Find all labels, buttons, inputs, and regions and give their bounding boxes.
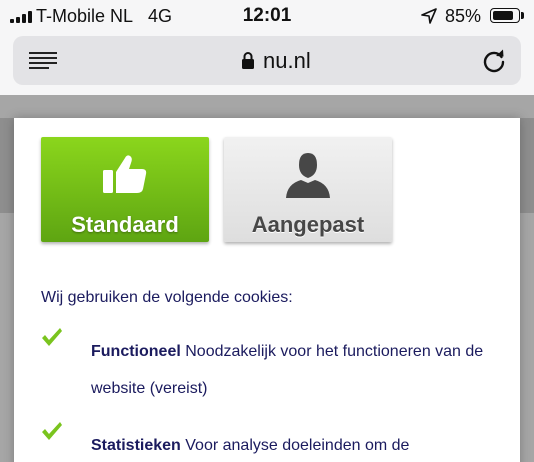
cookie-intro-text: Wij gebruiken de volgende cookies: bbox=[41, 289, 293, 306]
check-icon bbox=[42, 328, 62, 346]
lock-icon bbox=[242, 52, 254, 69]
url-text[interactable]: nu.nl bbox=[263, 48, 311, 74]
cookie-description: Voor analyse doeleinden om de bbox=[185, 437, 410, 454]
menu-icon[interactable] bbox=[29, 51, 57, 71]
reload-icon[interactable] bbox=[481, 48, 507, 74]
cookie-name: Statistieken bbox=[91, 437, 181, 454]
thumbs-up-icon bbox=[103, 155, 147, 193]
user-icon bbox=[286, 153, 330, 198]
cookie-name: Functioneel bbox=[91, 343, 181, 360]
check-icon bbox=[42, 422, 62, 440]
url-bar[interactable]: nu.nl bbox=[13, 36, 521, 85]
cookie-item-text: Statistieken Voor analyse doeleinden om … bbox=[91, 427, 501, 462]
battery-fill bbox=[493, 11, 513, 20]
status-bar: T-Mobile NL 4G 12:01 85% bbox=[0, 0, 534, 32]
battery-cap bbox=[521, 12, 524, 19]
standard-option-button[interactable]: Standaard bbox=[41, 137, 209, 242]
custom-option-button[interactable]: Aangepast bbox=[224, 137, 392, 242]
cookie-item-text: Functioneel Noodzakelijk voor het functi… bbox=[91, 333, 501, 407]
cookie-consent-dialog: Standaard Aangepast Wij gebruiken de vol… bbox=[14, 118, 520, 462]
standard-option-label: Standaard bbox=[71, 212, 179, 237]
custom-option-label: Aangepast bbox=[251, 212, 365, 237]
location-arrow-icon bbox=[421, 8, 437, 24]
battery-percent: 85% bbox=[445, 6, 482, 26]
battery-icon bbox=[490, 8, 520, 23]
